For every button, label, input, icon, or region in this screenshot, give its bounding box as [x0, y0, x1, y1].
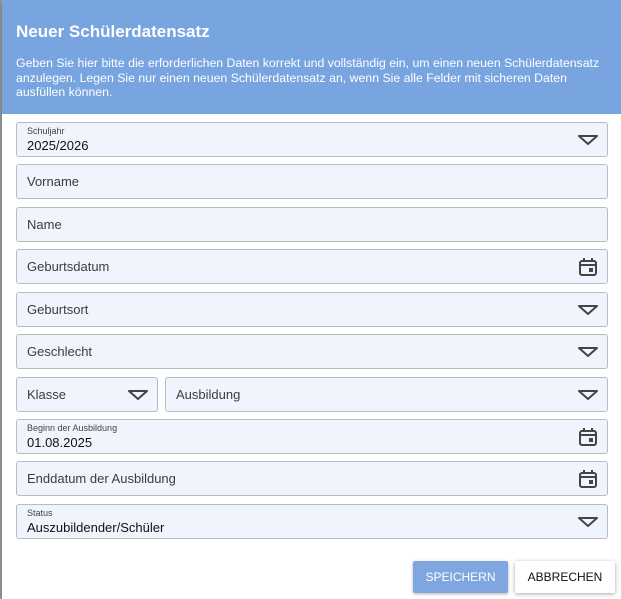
schuljahr-label: Schuljahr — [27, 126, 65, 136]
name-field[interactable]: Name — [16, 207, 608, 242]
chevron-down-icon[interactable] — [578, 343, 598, 361]
status-select[interactable]: Status Auszubildender/Schüler — [16, 504, 608, 539]
vorname-placeholder: Vorname — [27, 174, 80, 189]
geschlecht-placeholder: Geschlecht — [27, 344, 93, 359]
chevron-down-icon[interactable] — [578, 301, 598, 319]
beginn-ausbildung-field[interactable]: Beginn der Ausbildung 01.08.2025 — [16, 419, 608, 454]
status-value: Auszubildender/Schüler — [27, 520, 165, 535]
dialog-title: Neuer Schülerdatensatz — [16, 22, 210, 41]
calendar-icon[interactable] — [578, 258, 598, 276]
geschlecht-select[interactable]: Geschlecht — [16, 334, 608, 369]
geburtsdatum-placeholder: Geburtsdatum — [27, 259, 110, 274]
chevron-down-icon[interactable] — [578, 513, 598, 531]
chevron-down-icon[interactable] — [578, 386, 598, 404]
geburtsdatum-field[interactable]: Geburtsdatum — [16, 249, 608, 284]
dialog-header: Neuer Schülerdatensatz Geben Sie hier bi… — [2, 0, 621, 114]
geburtsort-select[interactable]: Geburtsort — [16, 292, 608, 327]
ausbildung-select[interactable]: Ausbildung — [165, 377, 608, 412]
new-student-dialog: Neuer Schülerdatensatz Geben Sie hier bi… — [2, 0, 621, 599]
beginn-ausbildung-label: Beginn der Ausbildung — [27, 423, 118, 433]
name-placeholder: Name — [27, 217, 62, 232]
dialog-description: Geben Sie hier bitte die erforderlichen … — [16, 56, 600, 99]
schuljahr-value: 2025/2026 — [27, 138, 89, 153]
cancel-button[interactable]: ABBRECHEN — [515, 561, 615, 593]
chevron-down-icon[interactable] — [128, 386, 148, 404]
klasse-placeholder: Klasse — [27, 387, 67, 402]
chevron-down-icon[interactable] — [578, 131, 598, 149]
save-button[interactable]: SPEICHERN — [413, 561, 508, 593]
geburtsort-placeholder: Geburtsort — [27, 302, 89, 317]
beginn-ausbildung-value: 01.08.2025 — [27, 435, 93, 450]
calendar-icon[interactable] — [578, 470, 598, 488]
enddatum-placeholder: Enddatum der Ausbildung — [27, 471, 176, 486]
enddatum-ausbildung-field[interactable]: Enddatum der Ausbildung — [16, 461, 608, 496]
ausbildung-placeholder: Ausbildung — [176, 387, 241, 402]
status-label: Status — [27, 508, 53, 518]
vorname-field[interactable]: Vorname — [16, 164, 608, 199]
calendar-icon[interactable] — [578, 428, 598, 446]
klasse-select[interactable]: Klasse — [16, 377, 158, 412]
schuljahr-select[interactable]: Schuljahr 2025/2026 — [16, 122, 608, 157]
